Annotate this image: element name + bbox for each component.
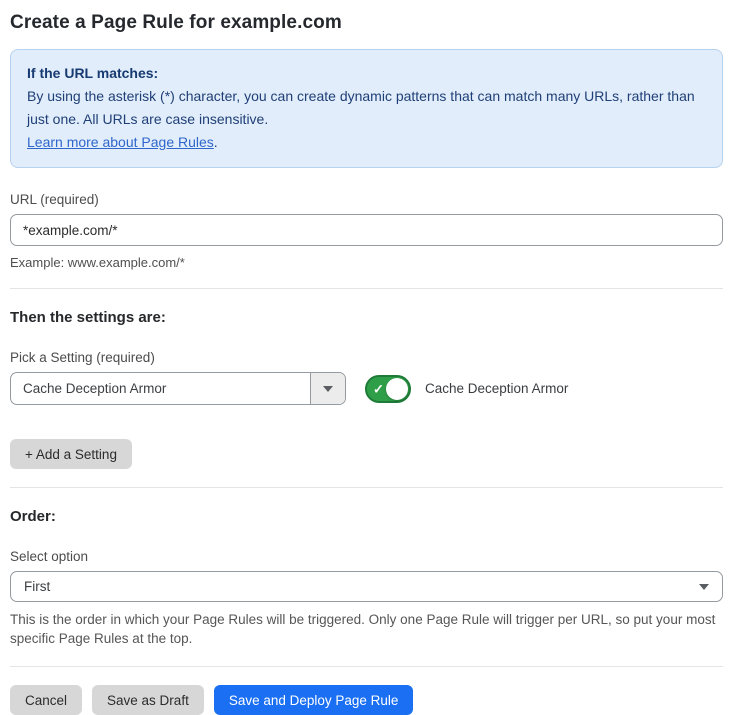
divider — [10, 288, 723, 289]
setting-toggle[interactable]: ✓ — [365, 375, 411, 403]
setting-toggle-label: Cache Deception Armor — [425, 381, 568, 396]
learn-more-link[interactable]: Learn more about Page Rules — [27, 134, 214, 150]
url-match-info-box: If the URL matches: By using the asteris… — [10, 49, 723, 168]
order-select[interactable]: First — [10, 571, 723, 602]
cancel-button[interactable]: Cancel — [10, 685, 82, 715]
info-box-heading: If the URL matches: — [27, 62, 706, 85]
check-icon: ✓ — [373, 382, 384, 395]
setting-select-caret-button[interactable] — [310, 373, 345, 404]
url-field-label: URL (required) — [10, 192, 723, 207]
divider — [10, 666, 723, 667]
info-box-link-line: Learn more about Page Rules. — [27, 131, 706, 154]
info-box-body: By using the asterisk (*) character, you… — [27, 85, 706, 131]
caret-down-icon — [323, 386, 333, 392]
setting-row: Cache Deception Armor ✓ Cache Deception … — [10, 372, 723, 405]
order-help-text: This is the order in which your Page Rul… — [10, 610, 723, 648]
setting-picker-label: Pick a Setting (required) — [10, 350, 723, 365]
footer-actions: Cancel Save as Draft Save and Deploy Pag… — [10, 685, 723, 715]
save-as-draft-button[interactable]: Save as Draft — [92, 685, 204, 715]
url-example-text: Example: www.example.com/* — [10, 255, 723, 270]
link-suffix: . — [214, 134, 218, 150]
divider — [10, 487, 723, 488]
add-setting-button[interactable]: + Add a Setting — [10, 439, 132, 469]
order-select-value: First — [24, 579, 699, 594]
url-input[interactable] — [10, 214, 723, 246]
order-section-heading: Order: — [10, 508, 723, 525]
page-rule-form: Create a Page Rule for example.com If th… — [0, 0, 750, 679]
settings-section-heading: Then the settings are: — [10, 309, 723, 326]
setting-select-value: Cache Deception Armor — [11, 373, 310, 404]
order-select-label: Select option — [10, 549, 723, 564]
setting-select[interactable]: Cache Deception Armor — [10, 372, 346, 405]
save-and-deploy-button[interactable]: Save and Deploy Page Rule — [214, 685, 414, 715]
page-title: Create a Page Rule for example.com — [10, 12, 723, 34]
caret-down-icon — [699, 584, 709, 590]
add-setting-wrap: + Add a Setting — [10, 439, 723, 469]
toggle-knob — [386, 378, 408, 400]
